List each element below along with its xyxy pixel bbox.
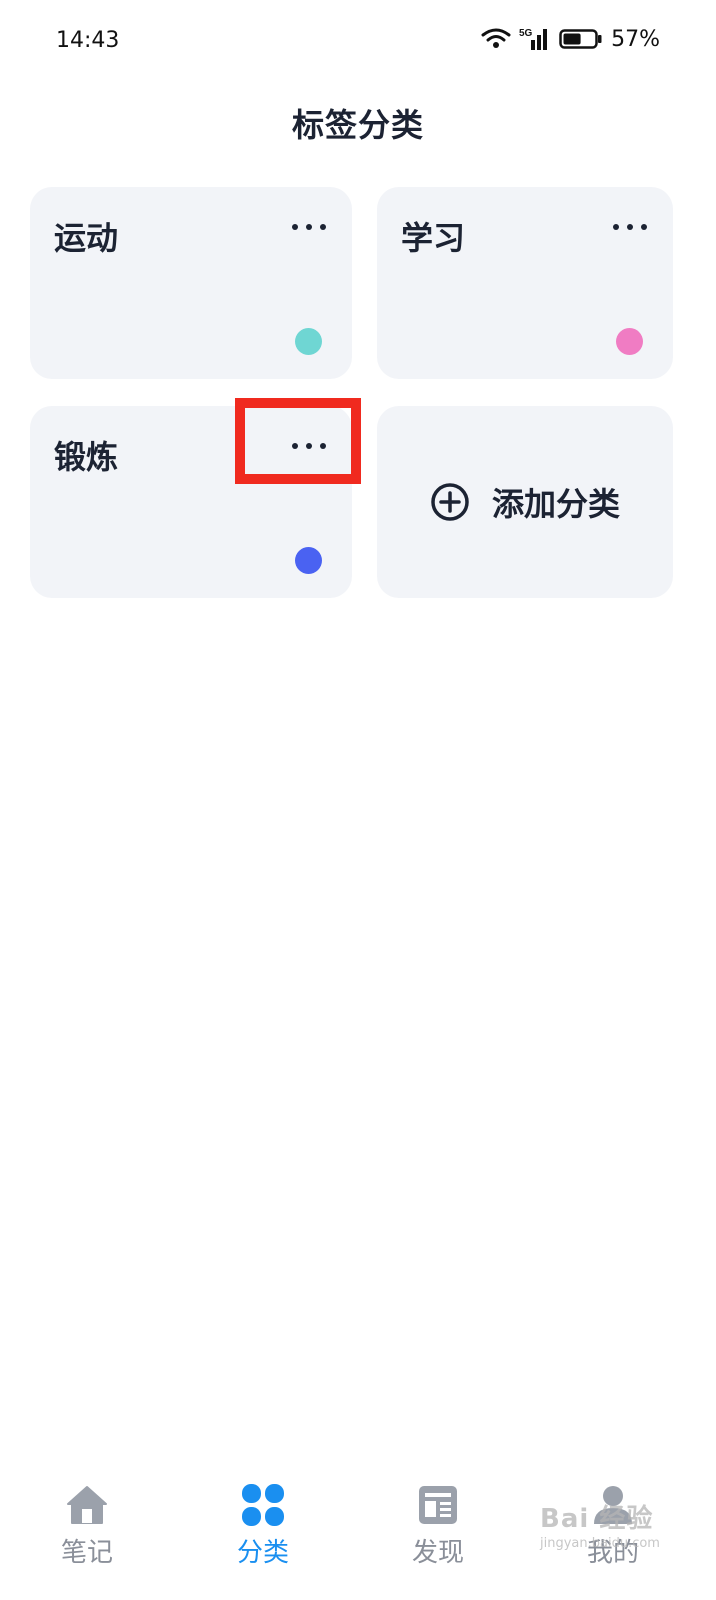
cellular-signal-icon: 5G bbox=[519, 28, 548, 50]
tab-label: 发现 bbox=[411, 1538, 464, 1568]
category-card[interactable]: 学习 bbox=[377, 187, 673, 379]
battery-icon bbox=[559, 29, 602, 49]
category-color-dot bbox=[295, 547, 322, 574]
bottom-tab-bar: 笔记 分类 发现 我的 bbox=[0, 1470, 716, 1600]
news-icon bbox=[419, 1486, 457, 1524]
network-label: 5G bbox=[519, 28, 533, 39]
wifi-icon bbox=[481, 28, 511, 48]
category-color-dot bbox=[616, 328, 643, 355]
tab-notes[interactable]: 笔记 bbox=[27, 1480, 147, 1590]
more-options-icon[interactable] bbox=[613, 215, 647, 239]
home-icon bbox=[67, 1486, 107, 1524]
category-name: 学习 bbox=[401, 219, 466, 257]
page-title: 标签分类 bbox=[291, 106, 424, 144]
watermark-url: jingyan.baidu.com bbox=[540, 1536, 660, 1551]
status-bar: 14:43 5G 57% bbox=[0, 0, 716, 82]
tab-label: 分类 bbox=[236, 1538, 289, 1568]
battery-percent: 57% bbox=[611, 26, 660, 52]
category-name: 运动 bbox=[54, 219, 119, 257]
watermark: Bai 经验 bbox=[540, 1504, 654, 1534]
status-icons: 5G 57% bbox=[481, 26, 660, 52]
category-color-dot bbox=[295, 328, 322, 355]
category-card[interactable]: 运动 bbox=[30, 187, 352, 379]
plus-circle-icon bbox=[431, 483, 469, 521]
tab-label: 笔记 bbox=[60, 1538, 113, 1568]
status-time: 14:43 bbox=[56, 28, 120, 53]
more-options-icon[interactable] bbox=[292, 215, 326, 239]
grid-icon bbox=[242, 1484, 284, 1526]
add-category-label: 添加分类 bbox=[491, 485, 620, 523]
category-name: 锻炼 bbox=[54, 438, 119, 476]
tab-discover[interactable]: 发现 bbox=[378, 1480, 498, 1590]
add-category-button[interactable]: 添加分类 bbox=[377, 406, 673, 598]
tab-categories[interactable]: 分类 bbox=[203, 1480, 323, 1590]
highlight-annotation bbox=[235, 398, 361, 484]
tab-profile[interactable]: 我的 bbox=[553, 1480, 673, 1590]
